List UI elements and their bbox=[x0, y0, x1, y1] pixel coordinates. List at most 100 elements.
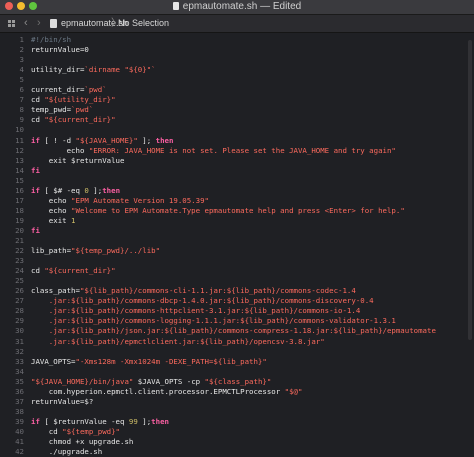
code-text: returnValue=0 bbox=[31, 45, 89, 55]
code-line[interactable]: 2 returnValue=0 bbox=[0, 45, 474, 55]
line-number: 11 bbox=[15, 135, 24, 145]
code-line[interactable]: 42 ./upgrade.sh bbox=[0, 447, 474, 457]
line-number: 20 bbox=[15, 225, 24, 235]
line-number: 30 bbox=[15, 326, 24, 336]
code-token: cd bbox=[31, 266, 45, 276]
line-number: 15 bbox=[15, 175, 24, 185]
code-line[interactable]: 28 .jar:${lib_path}/commons-httpclient-3… bbox=[0, 306, 474, 316]
code-token: fi bbox=[31, 165, 40, 175]
forward-button[interactable]: › bbox=[37, 15, 41, 32]
code-line[interactable]: 40 cd "${temp_pwd}" bbox=[0, 427, 474, 437]
code-line[interactable]: 16 if [ $# -eq 0 ];then bbox=[0, 186, 474, 196]
code-line[interactable]: 3 bbox=[0, 55, 474, 65]
code-token: 1 bbox=[71, 215, 76, 225]
code-line[interactable]: 1 #!/bin/sh bbox=[0, 35, 474, 45]
related-items-icon[interactable] bbox=[8, 15, 18, 32]
code-line[interactable]: 24 cd "${current_dir}" bbox=[0, 266, 474, 276]
code-token: "${class_path}" bbox=[204, 376, 272, 386]
code-line[interactable]: 39 if [ $returnValue -eq 99 ];then bbox=[0, 417, 474, 427]
code-line[interactable]: 25 bbox=[0, 276, 474, 286]
code-token: utility_dir= bbox=[31, 65, 85, 75]
code-text: if [ ! -d "${JAVA_HOME}" ]; then bbox=[31, 136, 173, 146]
line-number: 29 bbox=[15, 316, 24, 326]
line-number: 9 bbox=[19, 115, 24, 125]
code-line[interactable]: 33 JAVA_OPTS="-Xms128m -Xmx1024m -DEXE_PA… bbox=[0, 357, 474, 367]
code-text: if [ $# -eq 0 ];then bbox=[31, 186, 120, 196]
code-line[interactable]: 30 .jar:${lib_path}/json.jar:${lib_path}… bbox=[0, 326, 474, 336]
code-line[interactable]: 26 class_path="${lib_path}/commons-cli-1.… bbox=[0, 286, 474, 296]
back-button[interactable]: ‹ bbox=[24, 15, 28, 32]
line-number: 8 bbox=[19, 105, 24, 115]
code-line[interactable]: 5 bbox=[0, 75, 474, 85]
code-token: ./upgrade.sh bbox=[31, 447, 103, 457]
line-number: 18 bbox=[15, 205, 24, 215]
code-line[interactable]: 22 lib_path="${temp_pwd}/../lib" bbox=[0, 246, 474, 256]
code-line[interactable]: 14 fi bbox=[0, 166, 474, 176]
code-line[interactable]: 34 bbox=[0, 367, 474, 377]
code-line[interactable]: 7 cd "${utility_dir}" bbox=[0, 95, 474, 105]
code-line[interactable]: 41 chmod +x upgrade.sh bbox=[0, 437, 474, 447]
code-text: echo "EPM Automate Version 19.05.39" bbox=[31, 196, 209, 206]
code-text: #!/bin/sh bbox=[31, 35, 71, 45]
code-line[interactable]: 31 .jar:${lib_path}/epmctlclient.jar:${l… bbox=[0, 337, 474, 347]
code-line[interactable]: 38 bbox=[0, 407, 474, 417]
title-bar[interactable]: epmautomate.sh — Edited bbox=[0, 0, 474, 15]
window-title: epmautomate.sh — Edited bbox=[0, 0, 474, 14]
code-token: then bbox=[151, 416, 169, 426]
line-number: 3 bbox=[19, 55, 24, 65]
code-token: `pwd` bbox=[84, 85, 107, 95]
code-token: "Welcome to EPM Automate.Type epmautomat… bbox=[71, 205, 405, 215]
code-line[interactable]: 6 current_dir=`pwd` bbox=[0, 85, 474, 95]
line-number: 1 bbox=[19, 35, 24, 44]
code-token: "${temp_pwd}/../lib" bbox=[71, 246, 161, 256]
code-text: com.hyperion.epmctl.client.processor.EPM… bbox=[31, 386, 303, 397]
vertical-scrollbar[interactable] bbox=[468, 40, 472, 340]
code-token: "$@" bbox=[284, 386, 303, 396]
code-token: "ERROR: JAVA_HOME is not set. Please set… bbox=[88, 145, 396, 155]
code-line[interactable]: 8 temp_pwd=`pwd` bbox=[0, 105, 474, 115]
code-line[interactable]: 29 .jar:${lib_path}/commons-logging-1.1.… bbox=[0, 316, 474, 326]
code-line[interactable]: 11 if [ ! -d "${JAVA_HOME}" ]; then bbox=[0, 136, 474, 146]
code-line[interactable]: 19 exit 1 bbox=[0, 216, 474, 226]
line-number: 10 bbox=[15, 125, 24, 135]
line-number: 40 bbox=[15, 426, 24, 436]
code-token: returnValue=$? bbox=[31, 396, 94, 406]
code-text: cd "${current_dir}" bbox=[31, 115, 116, 125]
line-number: 34 bbox=[15, 366, 24, 376]
line-number: 26 bbox=[15, 286, 24, 296]
code-line[interactable]: 13 exit $returnValue bbox=[0, 156, 474, 166]
code-token: .jar:${lib_path}/json.jar:${lib_path}/co… bbox=[31, 326, 436, 336]
code-line[interactable]: 20 fi bbox=[0, 226, 474, 236]
code-line[interactable]: 18 echo "Welcome to EPM Automate.Type ep… bbox=[0, 206, 474, 216]
breadcrumb-selection[interactable]: No Selection bbox=[118, 15, 169, 32]
line-number: 31 bbox=[15, 336, 24, 346]
code-line[interactable]: 21 bbox=[0, 236, 474, 246]
code-token: returnValue=0 bbox=[31, 45, 89, 55]
line-number: 7 bbox=[19, 95, 24, 105]
code-line[interactable]: 17 echo "EPM Automate Version 19.05.39" bbox=[0, 196, 474, 206]
code-token: "${JAVA_HOME}/bin/java" bbox=[31, 376, 134, 386]
code-token: "-Xms128m -Xmx1024m -DEXE_PATH=${lib_pat… bbox=[75, 356, 267, 366]
code-line[interactable]: 27 .jar:${lib_path}/commons-dbcp-1.4.0.j… bbox=[0, 296, 474, 306]
code-line[interactable]: 12 echo "ERROR: JAVA_HOME is not set. Pl… bbox=[0, 146, 474, 156]
code-token: then bbox=[102, 185, 121, 195]
code-line[interactable]: 36 com.hyperion.epmctl.client.processor.… bbox=[0, 387, 474, 397]
code-token: lib_path= bbox=[31, 246, 72, 256]
code-line[interactable]: 35 "${JAVA_HOME}/bin/java" $JAVA_OPTS -cp… bbox=[0, 377, 474, 387]
code-text: echo "Welcome to EPM Automate.Type epmau… bbox=[31, 206, 405, 216]
line-number: 39 bbox=[15, 416, 24, 426]
code-line[interactable]: 15 bbox=[0, 176, 474, 186]
line-number: 12 bbox=[15, 145, 24, 155]
code-line[interactable]: 10 bbox=[0, 125, 474, 135]
code-editor[interactable]: 1 #!/bin/sh 2 returnValue=0 3 4 utility_dir=`d… bbox=[0, 33, 474, 457]
code-line[interactable]: 4 utility_dir=`dirname "${0}"` bbox=[0, 65, 474, 75]
code-line[interactable]: 23 bbox=[0, 256, 474, 266]
code-text: if [ $returnValue -eq 99 ];then bbox=[31, 417, 169, 427]
code-line[interactable]: 32 bbox=[0, 347, 474, 357]
code-line[interactable]: 37 returnValue=$? bbox=[0, 397, 474, 407]
code-text: lib_path="${temp_pwd}/../lib" bbox=[31, 246, 160, 256]
code-line[interactable]: 9 cd "${current_dir}" bbox=[0, 115, 474, 125]
editor-window: epmautomate.sh — Edited ‹ › epmautomate.… bbox=[0, 0, 474, 457]
code-text: cd "${temp_pwd}" bbox=[31, 427, 120, 437]
code-token: #!/bin/sh bbox=[31, 35, 72, 44]
